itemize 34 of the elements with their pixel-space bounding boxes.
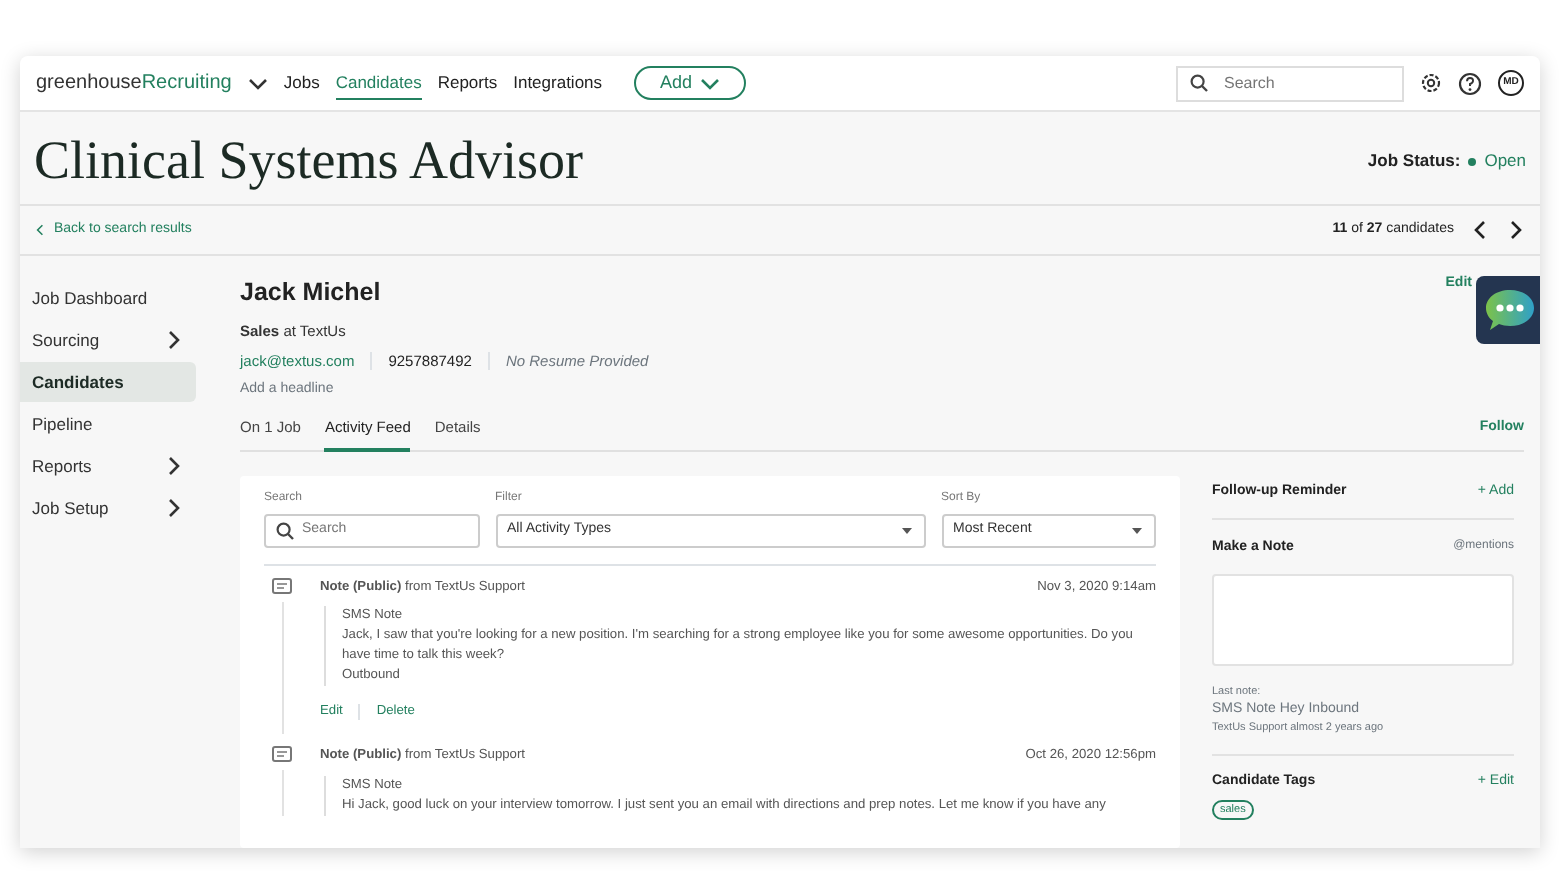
previous-icon[interactable] [1470, 220, 1490, 241]
note-icon [272, 577, 292, 594]
nav-link[interactable]: Integrations [513, 65, 603, 101]
candidate-name: Jack Michel [240, 276, 383, 311]
caret-icon [1130, 525, 1144, 536]
note-input[interactable] [1212, 573, 1514, 666]
status-dot-icon [1468, 157, 1477, 166]
nav-link[interactable]: Jobs [283, 65, 320, 101]
search-icon [276, 521, 294, 540]
nav-link[interactable]: Candidates [335, 65, 422, 101]
caret-icon [700, 73, 721, 93]
note-icon [272, 746, 292, 763]
chat-bubble-icon [1484, 286, 1536, 334]
product-logo[interactable]: greenhouseRecruiting [36, 68, 232, 98]
search-field[interactable]: Search [1176, 65, 1404, 101]
job-status: Open [1484, 148, 1526, 174]
page-title: Clinical Systems Advisor [34, 130, 584, 193]
settings-icon[interactable] [1420, 72, 1442, 94]
chevron-left-icon [34, 220, 46, 241]
sidebar-item[interactable]: Pipeline [20, 404, 196, 445]
sidebar-item[interactable]: Reports [20, 446, 196, 487]
chat-widget[interactable] [1476, 276, 1540, 344]
sidebar-item[interactable]: Sourcing [20, 320, 196, 361]
sidebar-item[interactable]: Job Dashboard [20, 278, 196, 319]
add-button[interactable]: Add [634, 66, 747, 100]
sidebar-item[interactable]: Candidates [20, 362, 196, 403]
next-icon[interactable] [1506, 220, 1526, 241]
help-icon[interactable] [1458, 71, 1482, 95]
chevron-down-icon[interactable] [247, 73, 268, 93]
sidebar-item[interactable]: Job Setup [20, 488, 196, 529]
search-icon [1190, 74, 1208, 92]
job-status-label: Job Status: [1367, 148, 1461, 174]
caret-icon [899, 525, 913, 536]
nav-link[interactable]: Reports [437, 65, 498, 101]
